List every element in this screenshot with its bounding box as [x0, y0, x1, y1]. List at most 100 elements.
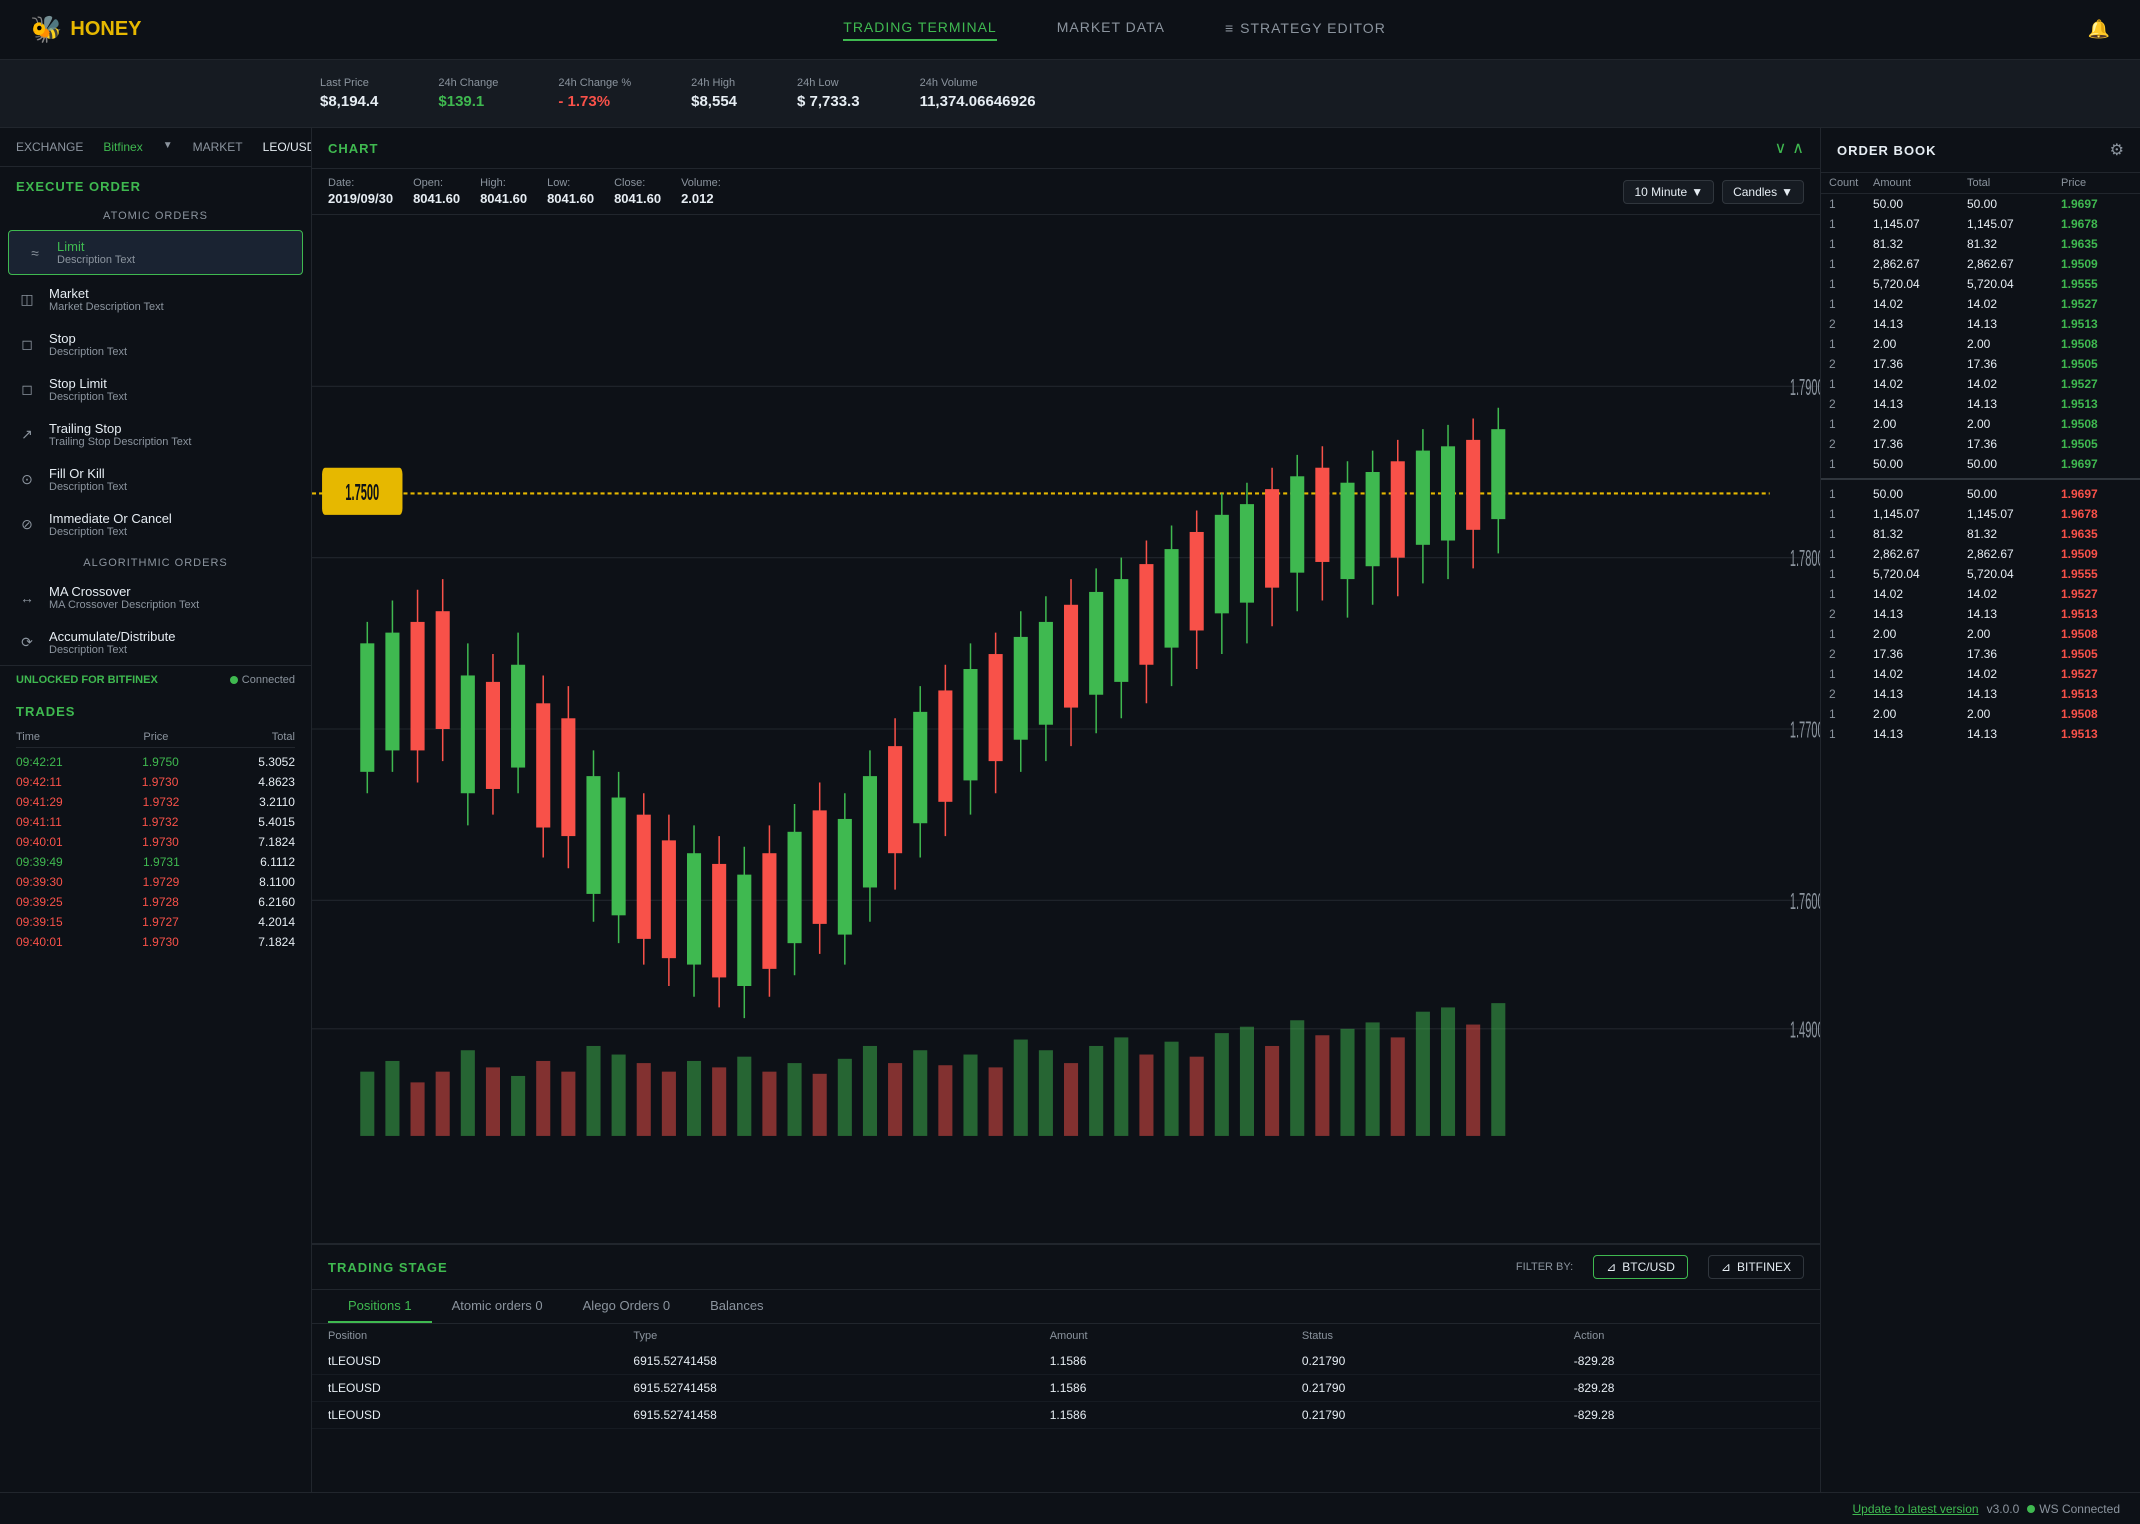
- table-row[interactable]: 2 14.13 14.13 1.9513: [1821, 314, 2140, 334]
- filter-btcusd-button[interactable]: ⊿ BTC/USD: [1593, 1255, 1688, 1279]
- table-row[interactable]: 1 2,862.67 2,862.67 1.9509: [1821, 544, 2140, 564]
- trade-total: 7.1824: [258, 935, 295, 949]
- table-row[interactable]: 1 81.32 81.32 1.9635: [1821, 234, 2140, 254]
- stage-tab-positions[interactable]: Positions 1: [328, 1290, 432, 1323]
- ticker-low-value: $ 7,733.3: [797, 93, 860, 110]
- bottom-bar: Update to latest version v3.0.0 WS Conne…: [0, 1492, 2140, 1524]
- table-row[interactable]: 1 5,720.04 5,720.04 1.9555: [1821, 274, 2140, 294]
- ob-total: 5,720.04: [1967, 567, 2057, 581]
- table-row[interactable]: 2 14.13 14.13 1.9513: [1821, 684, 2140, 704]
- trade-total: 8.1100: [259, 875, 295, 889]
- table-row[interactable]: 1 14.02 14.02 1.9527: [1821, 584, 2140, 604]
- order-item-stop[interactable]: ◻ Stop Description Text: [0, 322, 311, 367]
- collapse-down-icon[interactable]: ∨: [1775, 138, 1787, 158]
- accumulate-distribute-title: Accumulate/Distribute: [49, 629, 175, 644]
- exchange-dropdown-icon[interactable]: ▼: [163, 140, 173, 154]
- ob-total: 2,862.67: [1967, 547, 2057, 561]
- tab-trading-terminal[interactable]: TRADING TERMINAL: [843, 19, 996, 41]
- connection-status: Connected: [230, 674, 295, 686]
- table-row[interactable]: 2 17.36 17.36 1.9505: [1821, 644, 2140, 664]
- col-position: Position: [312, 1324, 617, 1348]
- stop-title: Stop: [49, 331, 127, 346]
- table-row[interactable]: 1 14.13 14.13 1.9513: [1821, 724, 2140, 744]
- ob-total: 2.00: [1967, 337, 2057, 351]
- stage-tab-balances[interactable]: Balances: [690, 1290, 783, 1323]
- col-type: Type: [617, 1324, 1033, 1348]
- table-row[interactable]: 1 14.02 14.02 1.9527: [1821, 374, 2140, 394]
- ob-price: 1.9527: [2061, 297, 2140, 311]
- stage-tab-atomic-orders[interactable]: Atomic orders 0: [432, 1290, 563, 1323]
- collapse-up-icon[interactable]: ∧: [1792, 138, 1804, 158]
- order-item-limit[interactable]: ≈ Limit Description Text: [8, 230, 303, 275]
- order-item-market[interactable]: ◫ Market Market Description Text: [0, 277, 311, 322]
- trade-time: 09:41:11: [16, 815, 62, 829]
- ob-total: 14.13: [1967, 607, 2057, 621]
- table-row[interactable]: 2 14.13 14.13 1.9513: [1821, 604, 2140, 624]
- list-item: 09:42:21 1.9750 5.3052: [16, 752, 295, 772]
- order-item-accumulate-distribute[interactable]: ⟳ Accumulate/Distribute Description Text: [0, 620, 311, 665]
- order-item-ma-crossover[interactable]: ↔ MA Crossover MA Crossover Description …: [0, 575, 311, 620]
- table-row[interactable]: 1 81.32 81.32 1.9635: [1821, 524, 2140, 544]
- connected-label: Connected: [242, 674, 295, 686]
- td-type: 6915.52741458: [617, 1402, 1033, 1429]
- ob-count: 1: [1829, 587, 1869, 601]
- td-position: tLEOUSD: [312, 1402, 617, 1429]
- ws-connected-label: WS Connected: [2039, 1502, 2120, 1516]
- td-status: 0.21790: [1286, 1348, 1558, 1375]
- ob-settings-icon[interactable]: ⚙: [2110, 140, 2124, 160]
- table-row[interactable]: 2 14.13 14.13 1.9513: [1821, 394, 2140, 414]
- market-value[interactable]: LEO/USD: [263, 140, 312, 154]
- table-row[interactable]: 1 2.00 2.00 1.9508: [1821, 624, 2140, 644]
- ob-scroll[interactable]: 1 50.00 50.00 1.9697 1 1,145.07 1,145.07…: [1821, 194, 2140, 1524]
- ohlcv-bar: Date: 2019/09/30 Open: 8041.60 High: 804…: [312, 169, 1820, 215]
- trade-total: 4.2014: [258, 915, 295, 929]
- table-row[interactable]: 1 14.02 14.02 1.9527: [1821, 664, 2140, 684]
- tab-strategy-editor[interactable]: ≡ STRATEGY EDITOR: [1225, 19, 1386, 41]
- fill-or-kill-title: Fill Or Kill: [49, 466, 127, 481]
- table-row[interactable]: 2 17.36 17.36 1.9505: [1821, 434, 2140, 454]
- ob-price: 1.9508: [2061, 627, 2140, 641]
- td-position: tLEOUSD: [312, 1348, 617, 1375]
- order-item-immediate-or-cancel[interactable]: ⊘ Immediate Or Cancel Description Text: [0, 502, 311, 547]
- order-item-stop-limit[interactable]: ◻ Stop Limit Description Text: [0, 367, 311, 412]
- order-item-fill-or-kill[interactable]: ⊙ Fill Or Kill Description Text: [0, 457, 311, 502]
- ob-price: 1.9635: [2061, 527, 2140, 541]
- table-row[interactable]: 1 14.02 14.02 1.9527: [1821, 294, 2140, 314]
- table-row[interactable]: 1 2.00 2.00 1.9508: [1821, 704, 2140, 724]
- ob-amount: 1,145.07: [1873, 507, 1963, 521]
- trade-price: 1.9732: [142, 815, 179, 829]
- chart-type-select[interactable]: Candles ▼: [1722, 180, 1804, 204]
- table-row[interactable]: 1 2.00 2.00 1.9508: [1821, 414, 2140, 434]
- table-row[interactable]: 1 1,145.07 1,145.07 1.9678: [1821, 504, 2140, 524]
- limit-desc: Description Text: [57, 254, 135, 266]
- svg-text:1.7900: 1.7900: [1790, 373, 1820, 400]
- list-item: 09:42:11 1.9730 4.8623: [16, 772, 295, 792]
- exchange-value[interactable]: Bitfinex: [103, 140, 142, 154]
- table-row[interactable]: 1 2,862.67 2,862.67 1.9509: [1821, 254, 2140, 274]
- market-icon: ◫: [17, 291, 37, 308]
- trailing-stop-icon: ↗: [17, 426, 37, 443]
- stage-tab-alego-orders[interactable]: Alego Orders 0: [563, 1290, 690, 1323]
- ob-amount: 14.02: [1873, 297, 1963, 311]
- table-row[interactable]: 1 1,145.07 1,145.07 1.9678: [1821, 214, 2140, 234]
- notification-bell-icon[interactable]: 🔔: [2088, 19, 2110, 40]
- stage-title: TRADING STAGE: [328, 1260, 448, 1275]
- tab-market-data[interactable]: MARKET DATA: [1057, 19, 1165, 41]
- update-link[interactable]: Update to latest version: [1853, 1502, 1979, 1516]
- ohlcv-close-value: 8041.60: [614, 191, 661, 206]
- td-amount: 1.1586: [1034, 1348, 1286, 1375]
- ob-total: 14.13: [1967, 687, 2057, 701]
- filter-bitfinex-button[interactable]: ⊿ BITFINEX: [1708, 1255, 1804, 1279]
- table-row[interactable]: 1 5,720.04 5,720.04 1.9555: [1821, 564, 2140, 584]
- timeframe-select[interactable]: 10 Minute ▼: [1623, 180, 1714, 204]
- ob-total: 14.02: [1967, 297, 2057, 311]
- table-row[interactable]: 1 50.00 50.00 1.9697: [1821, 194, 2140, 214]
- trade-total: 3.2110: [259, 795, 295, 809]
- order-item-trailing-stop[interactable]: ↗ Trailing Stop Trailing Stop Descriptio…: [0, 412, 311, 457]
- table-row[interactable]: 1 2.00 2.00 1.9508: [1821, 334, 2140, 354]
- table-row[interactable]: 1 50.00 50.00 1.9697: [1821, 484, 2140, 504]
- table-row[interactable]: 2 17.36 17.36 1.9505: [1821, 354, 2140, 374]
- ob-total: 2.00: [1967, 707, 2057, 721]
- ticker-last-price: Last Price $8,194.4: [320, 77, 378, 110]
- trades-col-price: Price: [143, 731, 168, 743]
